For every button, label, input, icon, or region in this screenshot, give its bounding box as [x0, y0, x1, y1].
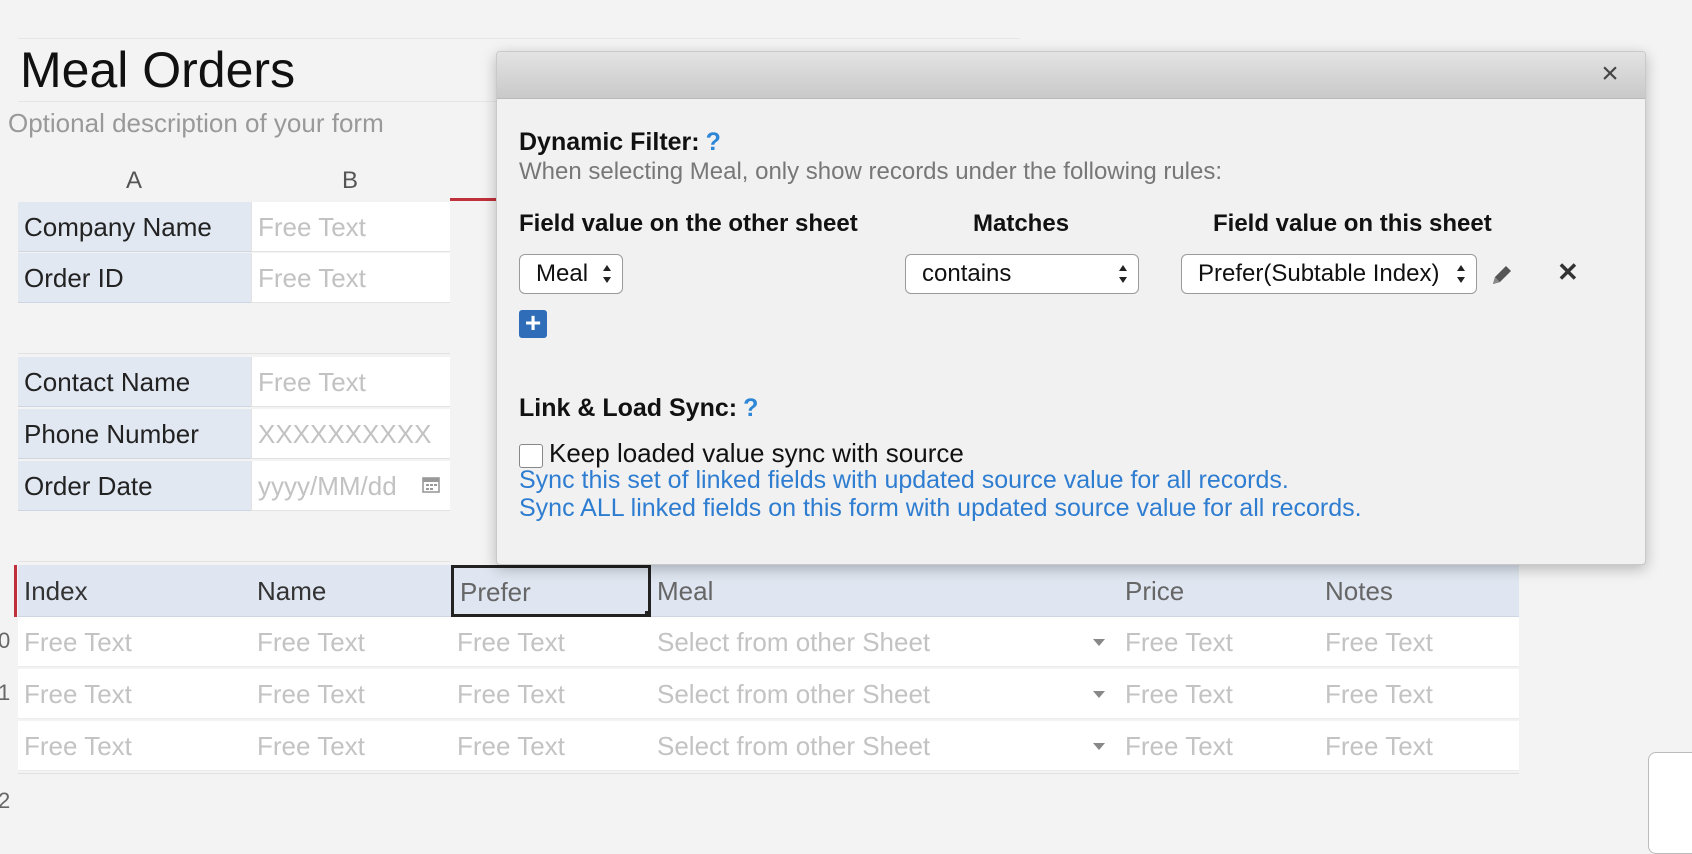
operator-select[interactable]: contains	[905, 254, 1139, 294]
subtable-header-prefer[interactable]: Prefer	[451, 565, 651, 617]
chevron-down-icon[interactable]	[1093, 691, 1105, 698]
label-phone-number[interactable]: Phone Number	[18, 409, 251, 459]
subtable-header-name[interactable]: Name	[251, 565, 451, 617]
help-icon[interactable]: ?	[706, 128, 721, 156]
meal-select-cell[interactable]: Select from other Sheet	[651, 721, 1119, 771]
column-title-matches: Matches	[973, 210, 1070, 237]
sync-all-link[interactable]: Sync ALL linked fields on this form with…	[519, 494, 1362, 523]
subtable-header-index[interactable]: Index	[18, 565, 251, 617]
dynamic-filter-title: Dynamic Filter:	[519, 128, 700, 156]
dynamic-filter-description: When selecting Meal, only show records u…	[519, 158, 1223, 185]
add-rule-button[interactable]: +	[519, 309, 547, 338]
subtable-cell[interactable]: Free Text	[451, 617, 651, 667]
row-number: 2	[0, 788, 11, 813]
subtable-header-price[interactable]: Price	[1119, 565, 1319, 617]
other-field-select[interactable]: Meal	[519, 254, 623, 294]
keep-sync-checkbox[interactable]	[519, 444, 543, 468]
column-header-a[interactable]: A	[18, 160, 250, 202]
link-sync-heading: Link & Load Sync:?	[519, 394, 758, 423]
form-description[interactable]: Optional description of your form	[8, 108, 384, 139]
subtable-cell[interactable]: Free Text	[251, 617, 451, 667]
subtable-cell[interactable]: Free Text	[18, 617, 251, 667]
meal-select-cell[interactable]: Select from other Sheet	[651, 669, 1119, 719]
column-title-this-sheet: Field value on this sheet	[1213, 210, 1492, 237]
column-header-b[interactable]: B	[251, 160, 449, 202]
dynamic-filter-heading: Dynamic Filter:?	[519, 128, 721, 157]
meal-select-placeholder: Select from other Sheet	[657, 731, 931, 761]
subtable-cell[interactable]: Free Text	[1119, 669, 1319, 719]
subtable-cell[interactable]: Free Text	[451, 669, 651, 719]
subtable-cell[interactable]: Free Text	[251, 721, 451, 771]
other-field-value: Meal	[536, 260, 589, 287]
label-contact-name[interactable]: Contact Name	[18, 357, 251, 407]
side-panel-handle[interactable]	[1648, 752, 1692, 854]
meal-select-placeholder: Select from other Sheet	[657, 679, 931, 709]
this-field-value: Prefer(Subtable Index)	[1198, 260, 1440, 287]
subtable-cell[interactable]: Free Text	[18, 669, 251, 719]
subtable-cell[interactable]: Free Text	[451, 721, 651, 771]
operator-value: contains	[922, 260, 1012, 287]
order-date-placeholder: yyyy/MM/dd	[258, 471, 397, 501]
meal-select-placeholder: Select from other Sheet	[657, 627, 931, 657]
close-button[interactable]: ×	[1595, 59, 1625, 89]
row-number: 1	[0, 680, 11, 705]
field-order-id[interactable]: Free Text	[251, 253, 450, 303]
calendar-icon[interactable]	[422, 475, 440, 493]
label-order-id[interactable]: Order ID	[18, 253, 251, 303]
this-field-select[interactable]: Prefer(Subtable Index)	[1181, 254, 1477, 294]
chevron-down-icon[interactable]	[1093, 639, 1105, 646]
meal-select-cell[interactable]: Select from other Sheet	[651, 617, 1119, 667]
subtable-cell[interactable]: Free Text	[251, 669, 451, 719]
field-contact-name[interactable]: Free Text	[251, 357, 450, 407]
select-arrows-icon	[603, 265, 611, 283]
subtable-cell[interactable]: Free Text	[18, 721, 251, 771]
subtable-cell[interactable]: Free Text	[1119, 721, 1319, 771]
subtable-header-notes[interactable]: Notes	[1319, 565, 1519, 617]
row-selection-marker	[14, 565, 17, 617]
field-company-name[interactable]: Free Text	[251, 202, 450, 252]
subtable-cell[interactable]: Free Text	[1319, 721, 1519, 771]
blank-row[interactable]	[18, 304, 450, 354]
select-arrows-icon	[1457, 265, 1465, 283]
blank-row[interactable]	[18, 512, 450, 562]
column-selection-marker	[450, 198, 500, 201]
label-order-date[interactable]: Order Date	[18, 461, 251, 511]
select-arrows-icon	[1119, 265, 1127, 283]
subtable-cell[interactable]: Free Text	[1319, 617, 1519, 667]
dynamic-filter-dialog: × Dynamic Filter:? When selecting Meal, …	[496, 51, 1646, 565]
subtable-cell[interactable]: Free Text	[1119, 617, 1319, 667]
label-company-name[interactable]: Company Name	[18, 202, 251, 252]
remove-rule-icon[interactable]: ✕	[1557, 257, 1579, 288]
chevron-down-icon[interactable]	[1093, 743, 1105, 750]
subtable-cell[interactable]: Free Text	[1319, 669, 1519, 719]
sync-set-link[interactable]: Sync this set of linked fields with upda…	[519, 466, 1289, 495]
column-title-other-sheet: Field value on the other sheet	[519, 210, 858, 237]
pencil-icon[interactable]	[1489, 262, 1515, 288]
dialog-titlebar[interactable]: ×	[497, 52, 1645, 99]
row-number: 0	[0, 628, 11, 653]
subtable-header-meal[interactable]: Meal	[651, 565, 1119, 617]
keep-sync-label[interactable]: Keep loaded value sync with source	[549, 438, 964, 469]
empty-row[interactable]	[18, 773, 1519, 834]
link-sync-title: Link & Load Sync:	[519, 394, 738, 422]
help-icon[interactable]: ?	[743, 394, 758, 422]
field-order-date[interactable]: yyyy/MM/dd	[251, 461, 450, 511]
field-phone-number[interactable]: XXXXXXXXXX	[251, 409, 450, 459]
